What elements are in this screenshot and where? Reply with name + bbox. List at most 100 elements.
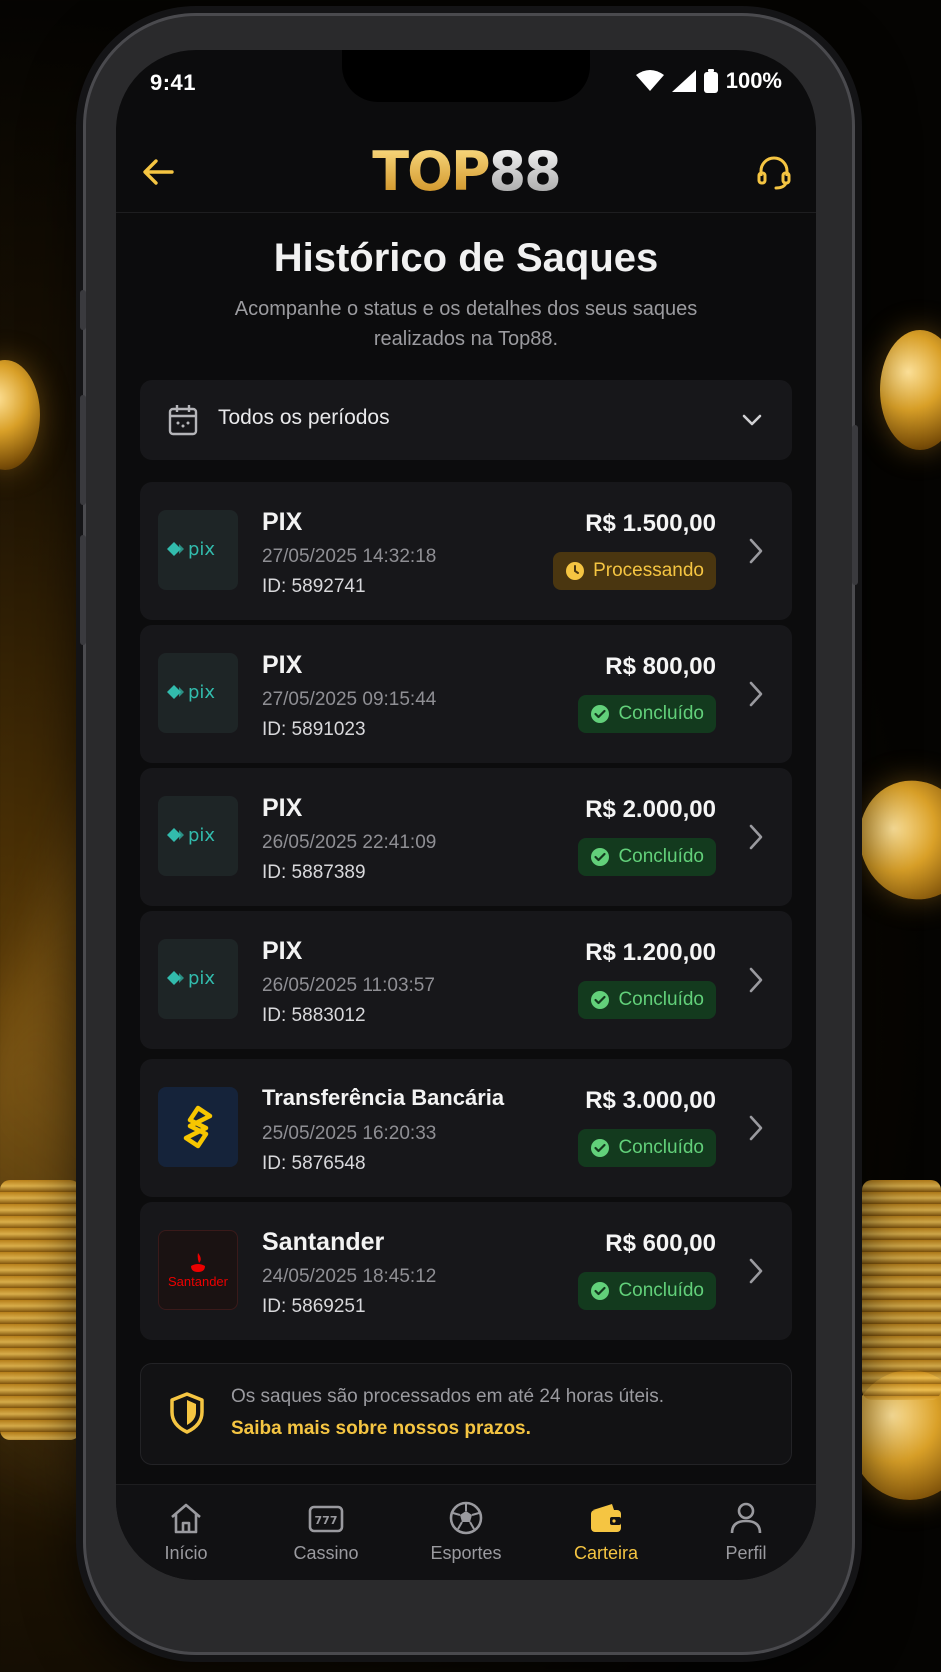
svg-text:777: 777 (315, 1514, 338, 1527)
withdrawal-method: PIX (262, 794, 303, 822)
soccer-ball-icon (449, 1501, 483, 1535)
pix-icon: pix (167, 539, 215, 560)
pix-icon: pix (167, 825, 215, 846)
withdrawal-method: PIX (262, 651, 303, 679)
background-coin-stack (862, 1180, 941, 1400)
withdrawal-method: PIX (262, 508, 303, 536)
withdrawal-id: ID: 5869251 (262, 1296, 366, 1317)
chevron-right-icon (749, 967, 763, 993)
withdrawal-method: PIX (262, 937, 303, 965)
withdrawal-method: Transferência Bancária (262, 1085, 505, 1110)
withdrawal-amount: R$ 3.000,00 (585, 1087, 716, 1114)
withdrawal-date: 27/05/2025 14:32:18 (262, 546, 437, 567)
withdrawal-amount: R$ 1.500,00 (585, 510, 716, 537)
svg-text:pix: pix (188, 968, 215, 989)
pix-icon: pix (167, 682, 215, 703)
withdrawal-id: ID: 5876548 (262, 1153, 366, 1174)
status-label: Processando (593, 560, 704, 581)
top88-logo: TOP88 (116, 140, 816, 203)
headset-icon (757, 156, 791, 190)
withdrawal-id: ID: 5883012 (262, 1005, 366, 1026)
shield-icon (170, 1392, 204, 1434)
withdrawal-item[interactable]: Santander Santander 24/05/2025 18:45:12 … (140, 1202, 792, 1340)
notice-link[interactable]: Saiba mais sobre nossos prazos. (231, 1418, 531, 1440)
chevron-right-icon (749, 538, 763, 564)
withdrawal-list: pix PIX 27/05/2025 14:32:18 ID: 5892741 … (140, 482, 792, 1345)
pix-icon: pix (167, 968, 215, 989)
withdrawal-date: 26/05/2025 22:41:09 (262, 832, 437, 853)
wifi-icon (635, 70, 664, 91)
chevron-right-icon (749, 824, 763, 850)
nav-item-carteira[interactable]: Carteira (536, 1485, 676, 1580)
support-button[interactable] (754, 152, 794, 192)
battery-percent: 100% (725, 68, 782, 93)
status-label: Concluído (618, 1280, 704, 1301)
nav-label: Início (164, 1543, 208, 1563)
user-icon (730, 1502, 762, 1534)
withdrawal-date: 25/05/2025 16:20:33 (262, 1123, 437, 1144)
period-filter-label: Todos os períodos (218, 406, 390, 429)
santander-logo: Santander (158, 1230, 238, 1310)
withdrawal-item[interactable]: pix PIX 26/05/2025 22:41:09 ID: 5887389 … (140, 768, 792, 906)
logo-text-88: 88 (488, 140, 562, 203)
status-badge: Concluído (578, 1272, 716, 1310)
app-header: TOP88 (116, 130, 816, 213)
pix-logo: pix (158, 510, 238, 590)
nav-label: Cassino (293, 1543, 359, 1563)
status-badge: Concluído (578, 838, 716, 876)
banco-do-brasil-icon (183, 1105, 213, 1149)
logo-text-top: TOP (372, 140, 490, 203)
nav-item-inicio[interactable]: Início (116, 1485, 256, 1580)
volume-up-button (80, 395, 86, 505)
background-coin-stack (0, 1180, 80, 1440)
page-title: Histórico de Saques (273, 236, 659, 280)
nav-item-cassino[interactable]: 777 Cassino (256, 1485, 396, 1580)
chevron-right-icon (749, 1258, 763, 1284)
status-time: 9:41 (150, 70, 197, 95)
nav-label: Esportes (430, 1543, 502, 1563)
power-button (852, 425, 858, 585)
background-coin (842, 764, 941, 916)
slot-machine-icon: 777 (308, 1505, 344, 1533)
status-label: Concluído (618, 703, 704, 724)
withdrawal-item[interactable]: pix PIX 27/05/2025 14:32:18 ID: 5892741 … (140, 482, 792, 620)
volume-button (80, 290, 86, 330)
withdrawal-amount: R$ 800,00 (605, 653, 716, 680)
check-circle-icon (591, 1139, 610, 1157)
withdrawal-item[interactable]: pix PIX 26/05/2025 11:03:57 ID: 5883012 … (140, 911, 792, 1049)
processing-notice: Os saques são processados em até 24 hora… (140, 1363, 792, 1465)
status-badge: Concluído (578, 695, 716, 733)
status-badge: Concluído (578, 1129, 716, 1167)
page-subtitle: Acompanhe o status e os detalhes dos seu… (234, 298, 698, 350)
battery-icon (703, 69, 718, 93)
pix-logo: pix (158, 939, 238, 1019)
svg-text:pix: pix (188, 682, 215, 703)
santander-logo-text: Santander (168, 1273, 228, 1289)
chevron-right-icon (749, 681, 763, 707)
nav-item-esportes[interactable]: Esportes (396, 1485, 536, 1580)
chevron-down-icon (742, 414, 762, 426)
withdrawal-id: ID: 5892741 (262, 576, 366, 597)
withdrawal-item[interactable]: pix PIX 27/05/2025 09:15:44 ID: 5891023 … (140, 625, 792, 763)
svg-text:pix: pix (188, 825, 215, 846)
withdrawal-item[interactable]: Transferência Bancária 25/05/2025 16:20:… (140, 1059, 792, 1197)
pix-logo: pix (158, 653, 238, 733)
app-screen: 9:41 100% TOP88 Histórico de Saques Acom… (116, 50, 816, 1580)
background-coin (0, 360, 40, 470)
wallet-icon (591, 1504, 621, 1532)
withdrawal-id: ID: 5891023 (262, 719, 366, 740)
status-badge: Processando (553, 552, 716, 590)
volume-down-button (80, 535, 86, 645)
notice-text: Os saques são processados em até 24 hora… (231, 1386, 665, 1407)
status-badge: Concluído (578, 981, 716, 1019)
check-circle-icon (591, 705, 610, 723)
withdrawal-amount: R$ 1.200,00 (585, 939, 716, 966)
pix-logo: pix (158, 796, 238, 876)
withdrawal-date: 27/05/2025 09:15:44 (262, 689, 437, 710)
cellular-signal-icon (671, 70, 696, 92)
withdrawal-amount: R$ 2.000,00 (585, 796, 716, 823)
bottom-navigation: Início 777 Cassino Esportes Carteira Per… (116, 1484, 816, 1580)
status-label: Concluído (618, 989, 704, 1010)
period-filter-dropdown[interactable]: Todos os períodos (140, 380, 792, 460)
nav-item-perfil[interactable]: Perfil (676, 1485, 816, 1580)
